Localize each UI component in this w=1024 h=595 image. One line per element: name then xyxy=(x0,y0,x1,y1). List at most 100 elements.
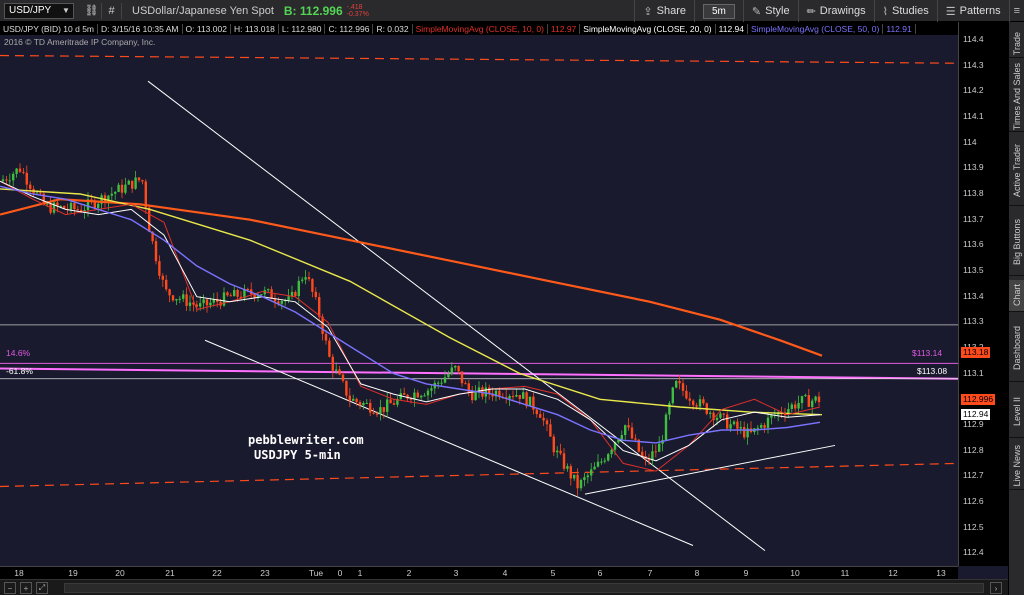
candle-body xyxy=(620,435,623,440)
menu-button[interactable]: ≡ xyxy=(1008,0,1024,22)
candle-body xyxy=(416,392,419,398)
candle-body xyxy=(715,417,719,421)
fib-label-146: 14.6% xyxy=(6,348,31,358)
candle-body xyxy=(352,398,355,401)
candle-body xyxy=(161,275,164,280)
candle-body xyxy=(790,404,793,410)
time-tick: 8 xyxy=(694,568,700,578)
candle-body xyxy=(280,300,283,304)
candle-body xyxy=(267,289,270,291)
time-tick: 21 xyxy=(165,568,175,578)
zoom-in-icon[interactable]: + xyxy=(20,582,32,594)
price-tick: 113.1 xyxy=(963,367,984,378)
sidebar-tab-big-buttons[interactable]: Big Buttons xyxy=(1009,210,1024,276)
candle-body xyxy=(471,392,474,401)
sidebar-tab-dashboard[interactable]: Dashboard xyxy=(1009,316,1024,382)
candle-body xyxy=(324,333,328,341)
candle-body xyxy=(579,479,583,489)
candle-body xyxy=(185,294,188,306)
candle-body xyxy=(165,279,168,290)
candle-body xyxy=(559,450,562,454)
toolbar: USD/JPY ▼ ⛓ # USDollar/Japanese Yen Spot… xyxy=(0,0,1024,22)
candle-body xyxy=(287,296,290,301)
candle-body xyxy=(131,180,134,189)
candle-body xyxy=(175,299,178,301)
candle-body xyxy=(668,403,671,415)
price-tick: 112.7 xyxy=(963,470,984,481)
time-tick: Tue xyxy=(308,568,324,578)
price-tick: 113.4 xyxy=(963,290,984,301)
candle-body xyxy=(522,392,525,399)
share-button[interactable]: ⇪ Share xyxy=(634,0,694,22)
candle-body xyxy=(593,466,596,470)
candle-body xyxy=(202,299,205,304)
candle-body xyxy=(328,340,331,357)
chart-canvas[interactable] xyxy=(0,35,958,566)
studies-button[interactable]: ⌇ Studies xyxy=(873,0,937,22)
price-tick: 113.3 xyxy=(963,316,984,327)
scroll-track[interactable] xyxy=(64,583,984,593)
info-ma50[interactable]: SimpleMovingAvg (CLOSE, 50, 0) xyxy=(748,23,884,34)
studies-label: Studies xyxy=(892,5,929,17)
info-close: C: 112.996 xyxy=(325,23,374,34)
symbol-selector[interactable]: USD/JPY ▼ xyxy=(4,2,74,19)
sidebar-tab-times-and-sales[interactable]: Times And Sales xyxy=(1009,62,1024,132)
price-tick: 112.5 xyxy=(963,521,984,532)
price-tag-current: 112.996 xyxy=(961,394,996,406)
candle-body xyxy=(209,302,212,306)
patterns-icon: ☰ xyxy=(945,5,956,18)
price-tick: 113.9 xyxy=(963,162,984,173)
time-axis[interactable]: 18 19 20 21 22 23 Tue 0 1 2 3 4 5 6 7 8 9 10 11 12 13 xyxy=(0,566,958,579)
candle-body xyxy=(18,168,22,172)
time-tick: 2 xyxy=(406,568,412,578)
candle-body xyxy=(403,393,406,395)
drawings-button[interactable]: ✏ Drawings xyxy=(797,0,874,22)
price-chart[interactable] xyxy=(0,35,958,566)
candle-body xyxy=(739,427,742,429)
time-tick: 19 xyxy=(68,568,78,578)
sidebar-tab-trade[interactable]: Trade xyxy=(1009,30,1024,58)
time-tick: 11 xyxy=(840,568,850,578)
candle-body xyxy=(549,424,552,437)
candle-body xyxy=(236,290,239,297)
candle-body xyxy=(743,427,746,438)
price-axis[interactable]: 114.4 114.3 114.2 114.1 114 113.9 113.8 113.7 11… xyxy=(958,22,1008,566)
candle-body xyxy=(154,241,158,262)
chart-info-row: USD/JPY (BID) 10 d 5m D: 3/15/16 10:35 A… xyxy=(0,22,958,35)
candle-body xyxy=(447,373,450,378)
candle-body xyxy=(1,179,5,182)
timeframe-selector[interactable]: 5m xyxy=(702,3,735,19)
candle-body xyxy=(355,398,358,402)
time-tick: 9 xyxy=(743,568,749,578)
price-tick: 112.9 xyxy=(963,418,984,429)
fit-icon[interactable]: ⤢ xyxy=(36,582,48,594)
candle-body xyxy=(770,415,773,418)
candle-body xyxy=(685,390,688,399)
time-tick: 0 xyxy=(337,568,343,578)
candle-body xyxy=(338,369,341,375)
sidebar-tab-live-news[interactable]: Live News xyxy=(1009,442,1024,490)
link-icon[interactable]: ⛓ xyxy=(82,2,102,19)
candle-body xyxy=(365,402,368,404)
style-button[interactable]: ✎ Style xyxy=(742,0,798,22)
time-tick: 13 xyxy=(936,568,946,578)
candle-body xyxy=(426,390,430,396)
sidebar-tab-level-ii[interactable]: Level II xyxy=(1009,386,1024,438)
info-ma10[interactable]: SimpleMovingAvg (CLOSE, 10, 0) xyxy=(413,23,548,34)
chart-scrollbar[interactable]: − + ⤢ › xyxy=(0,579,1008,595)
sidebar-tab-label: Dashboard xyxy=(1012,326,1022,371)
patterns-button[interactable]: ☰ Patterns xyxy=(936,0,1009,22)
time-tick: 5 xyxy=(550,568,556,578)
sidebar-tab-chart[interactable]: Chart xyxy=(1009,280,1024,312)
zoom-out-icon[interactable]: − xyxy=(4,582,16,594)
wrench-icon: ✎ xyxy=(751,5,762,18)
grid-icon[interactable]: # xyxy=(102,2,122,19)
info-ma20[interactable]: SimpleMovingAvg (CLOSE, 20, 0) xyxy=(580,23,716,34)
price-tag-11318: 113.18 xyxy=(961,347,991,359)
candle-body xyxy=(29,184,32,189)
sidebar-tab-active-trader[interactable]: Active Trader xyxy=(1009,136,1024,206)
candle-body xyxy=(392,403,396,405)
chevron-right-icon[interactable]: › xyxy=(990,582,1002,594)
bid-label: B: xyxy=(283,3,297,18)
candle-body xyxy=(760,425,763,428)
